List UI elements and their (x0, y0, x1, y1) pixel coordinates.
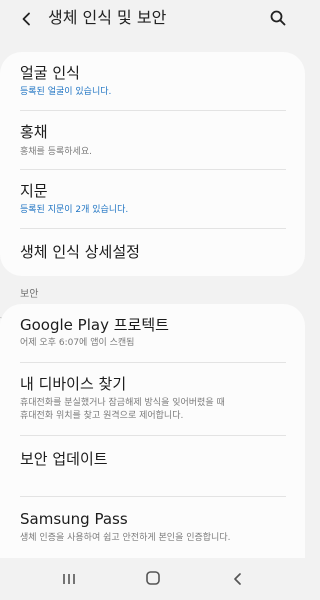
google-play-protect-item[interactable]: Google Play 프로텍트 어제 오후 6:07에 앱이 스캔됨 (0, 304, 305, 354)
face-recognition-status: 등록된 얼굴이 있습니다. (20, 87, 112, 97)
search-icon (270, 10, 286, 30)
find-my-device-label: 내 디바이스 찾기 (20, 375, 127, 393)
iris-item[interactable]: 홍채 홍채를 등록하세요. (0, 111, 305, 169)
app-bar: 생체 인식 및 보안 (0, 0, 305, 40)
biometric-settings-item[interactable]: 생체 인식 상세설정 (0, 229, 305, 276)
fingerprint-label: 지문 (20, 182, 48, 200)
iris-label: 홍채 (20, 123, 48, 141)
security-update-item[interactable]: 보안 업데이트 (0, 436, 305, 494)
recent-apps-icon (61, 571, 77, 590)
chevron-left-icon (20, 11, 34, 30)
biometrics-card: 얼굴 인식 등록된 얼굴이 있습니다. 홍채 홍채를 등록하세요. 지문 등록된… (0, 52, 305, 276)
iris-status: 홍채를 등록하세요. (20, 147, 92, 157)
fingerprint-status: 등록된 지문이 2개 있습니다. (20, 205, 129, 215)
find-my-device-item[interactable]: 내 디바이스 찾기 휴대전화를 분실했거나 잠금해제 방식을 잊어버렸을 때 휴… (0, 363, 305, 435)
samsung-pass-item[interactable]: Samsung Pass 생체 인증을 사용하여 쉽고 안전하게 본인을 인증합… (0, 497, 305, 558)
security-card: Google Play 프로텍트 어제 오후 6:07에 앱이 스캔됨 내 디바… (0, 304, 305, 558)
samsung-pass-label: Samsung Pass (20, 510, 128, 528)
system-navigation-bar (0, 558, 305, 600)
nav-back-button[interactable] (225, 567, 251, 593)
section-header-security: 보안 (20, 289, 39, 300)
home-icon (145, 570, 161, 590)
back-button[interactable] (14, 7, 40, 33)
google-play-protect-label: Google Play 프로텍트 (20, 316, 169, 334)
home-button[interactable] (140, 567, 166, 593)
security-update-label: 보안 업데이트 (20, 450, 108, 468)
samsung-pass-desc: 생체 인증을 사용하여 쉽고 안전하게 본인을 인증합니다. (20, 533, 231, 543)
fingerprint-item[interactable]: 지문 등록된 지문이 2개 있습니다. (0, 170, 305, 228)
biometric-settings-label: 생체 인식 상세설정 (20, 243, 140, 261)
google-play-protect-status: 어제 오후 6:07에 앱이 스캔됨 (20, 338, 135, 348)
screen: 생체 인식 및 보안 얼굴 인식 등록된 얼굴이 있습니다. 홍채 홍채를 등록… (0, 0, 305, 600)
recent-apps-button[interactable] (56, 567, 82, 593)
page-title: 생체 인식 및 보안 (48, 8, 167, 27)
find-my-device-desc-line2: 휴대전화 위치를 찾고 원격으로 제어합니다. (20, 411, 184, 421)
face-recognition-label: 얼굴 인식 (20, 64, 80, 82)
back-icon (232, 571, 244, 590)
search-button[interactable] (265, 7, 291, 33)
find-my-device-desc-line1: 휴대전화를 분실했거나 잠금해제 방식을 잊어버렸을 때 (20, 398, 225, 408)
face-recognition-item[interactable]: 얼굴 인식 등록된 얼굴이 있습니다. (0, 52, 305, 110)
